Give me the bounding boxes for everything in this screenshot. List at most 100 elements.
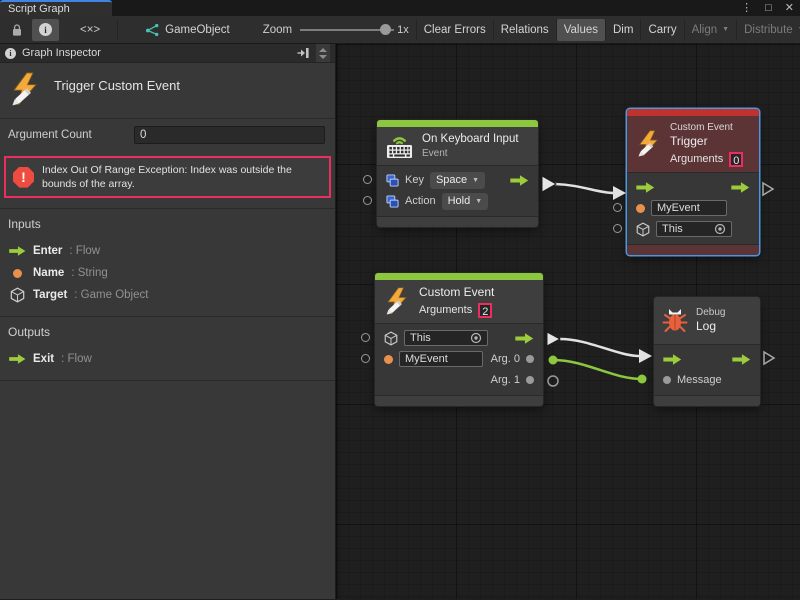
align-dropdown-button[interactable]: Align ▼: [685, 19, 737, 41]
close-icon[interactable]: ✕: [785, 0, 794, 16]
message-input-port[interactable]: [663, 376, 671, 384]
argument-count-input[interactable]: [134, 126, 325, 144]
node-category: Debug: [696, 306, 725, 319]
event-name-field[interactable]: MyEvent: [399, 351, 483, 367]
port-circle[interactable]: [613, 203, 622, 212]
port-circle[interactable]: [361, 333, 370, 342]
target-field[interactable]: This: [404, 330, 488, 346]
message-label: Message: [677, 374, 722, 386]
action-dropdown[interactable]: Hold ▼: [442, 193, 489, 210]
spinner-down-icon: [319, 55, 327, 59]
target-row: This: [627, 219, 759, 240]
port-circle[interactable]: [363, 196, 372, 205]
pin-name: Enter: [33, 245, 62, 257]
arguments-value-highlighted[interactable]: 0: [729, 152, 743, 167]
inspector-toggle-button[interactable]: i: [32, 19, 59, 41]
arguments-label: Arguments: [670, 153, 723, 165]
gameobject-cube-icon: [636, 222, 650, 237]
node-header: Custom Event Arguments 2: [375, 280, 543, 324]
window-controls: ⋮ □ ✕: [741, 0, 794, 16]
node-debug-log[interactable]: Debug Log Message: [654, 297, 760, 406]
node-custom-event[interactable]: Custom Event Arguments 2 This: [375, 273, 543, 406]
graph-canvas[interactable]: On Keyboard Input Event Key Space ▼: [336, 44, 800, 599]
node-header: Custom Event Trigger Arguments 0: [627, 116, 759, 173]
arg1-output-port[interactable]: [526, 376, 534, 384]
tab-script-graph[interactable]: Script Graph: [0, 0, 112, 16]
relations-button[interactable]: Relations: [494, 19, 556, 41]
list-item: Name : String: [8, 262, 327, 284]
flow-out-triangle: [547, 332, 560, 346]
custom-event-bolt-icon: [635, 130, 662, 157]
enum-icon: [386, 195, 399, 208]
flow-output-port[interactable]: [732, 354, 751, 365]
enum-icon: [386, 174, 399, 187]
event-name-field[interactable]: MyEvent: [651, 200, 727, 216]
arguments-value-highlighted[interactable]: 2: [478, 303, 492, 318]
carry-button[interactable]: Carry: [641, 19, 683, 41]
flow-output-port[interactable]: [515, 333, 534, 344]
key-value: Space: [436, 174, 467, 186]
event-color-bar: [377, 120, 538, 127]
pin-type: : Flow: [61, 353, 92, 365]
gameobject-button[interactable]: GameObject: [138, 19, 237, 41]
flow-out-triangle: [763, 183, 773, 195]
key-label: Key: [405, 174, 424, 186]
event-name-row: MyEvent: [627, 198, 759, 219]
arg1-row: Arg. 1: [375, 370, 543, 391]
bug-icon: [662, 307, 688, 333]
string-port-icon[interactable]: [384, 355, 393, 364]
object-picker-icon[interactable]: [714, 223, 726, 235]
node-trigger-custom-event[interactable]: Custom Event Trigger Arguments 0: [627, 109, 759, 255]
node-on-keyboard-input[interactable]: On Keyboard Input Event Key Space ▼: [377, 120, 538, 227]
port-circle[interactable]: [613, 224, 622, 233]
arg0-label: Arg. 0: [491, 353, 520, 365]
message-row: Message: [654, 370, 760, 391]
zoom-value: 1x: [397, 24, 409, 36]
lock-button[interactable]: [4, 19, 30, 41]
arguments-label: Arguments: [419, 304, 472, 316]
dock-panel-icon[interactable]: [296, 47, 310, 59]
distribute-dropdown-button[interactable]: Distribute ▼: [737, 19, 800, 41]
node-footer: [377, 216, 538, 227]
node-title: Trigger: [670, 134, 743, 150]
panel-spinner[interactable]: [316, 44, 330, 62]
graph-inspector-header: i Graph Inspector: [0, 44, 335, 63]
string-port-icon: [13, 269, 22, 278]
chevron-down-icon: ▼: [472, 177, 479, 184]
node-title: On Keyboard Input: [422, 132, 519, 147]
error-icon: !: [13, 167, 34, 188]
info-icon: i: [39, 23, 52, 36]
menu-icon[interactable]: ⋮: [741, 0, 752, 16]
flow-input-port[interactable]: [636, 182, 655, 193]
flow-input-port[interactable]: [663, 354, 682, 365]
maximize-icon[interactable]: □: [765, 0, 772, 16]
flow-output-port[interactable]: [731, 182, 750, 193]
code-preview-button[interactable]: <×>: [73, 19, 107, 41]
event-name-value: MyEvent: [405, 353, 448, 365]
dim-button[interactable]: Dim: [606, 19, 640, 41]
argument-count-label: Argument Count: [8, 129, 130, 141]
dim-label: Dim: [613, 24, 633, 36]
string-port-icon[interactable]: [636, 204, 645, 213]
target-value: This: [410, 332, 431, 344]
zoom-slider-handle[interactable]: [380, 24, 391, 35]
key-dropdown[interactable]: Space ▼: [430, 172, 485, 189]
clear-errors-button[interactable]: Clear Errors: [417, 19, 493, 41]
port-circle[interactable]: [361, 354, 370, 363]
inputs-section: Inputs Enter : Flow Name : String Target…: [0, 208, 335, 316]
port-circle[interactable]: [363, 175, 372, 184]
align-label: Align: [692, 24, 718, 36]
values-button[interactable]: Values: [557, 19, 605, 41]
target-field[interactable]: This: [656, 221, 732, 237]
zoom-slider[interactable]: [300, 23, 394, 37]
object-picker-icon[interactable]: [470, 332, 482, 344]
flow-output-port[interactable]: [510, 175, 529, 186]
tab-strip: Script Graph ⋮ □ ✕: [0, 0, 800, 16]
flow-arrow-icon: [9, 246, 26, 256]
distribute-label: Distribute: [744, 24, 793, 36]
arg0-output-port[interactable]: [526, 355, 534, 363]
gameobject-label: GameObject: [165, 24, 230, 36]
pin-type: : Flow: [69, 245, 100, 257]
relations-label: Relations: [501, 24, 549, 36]
graph-inspector-title: Graph Inspector: [22, 47, 101, 59]
